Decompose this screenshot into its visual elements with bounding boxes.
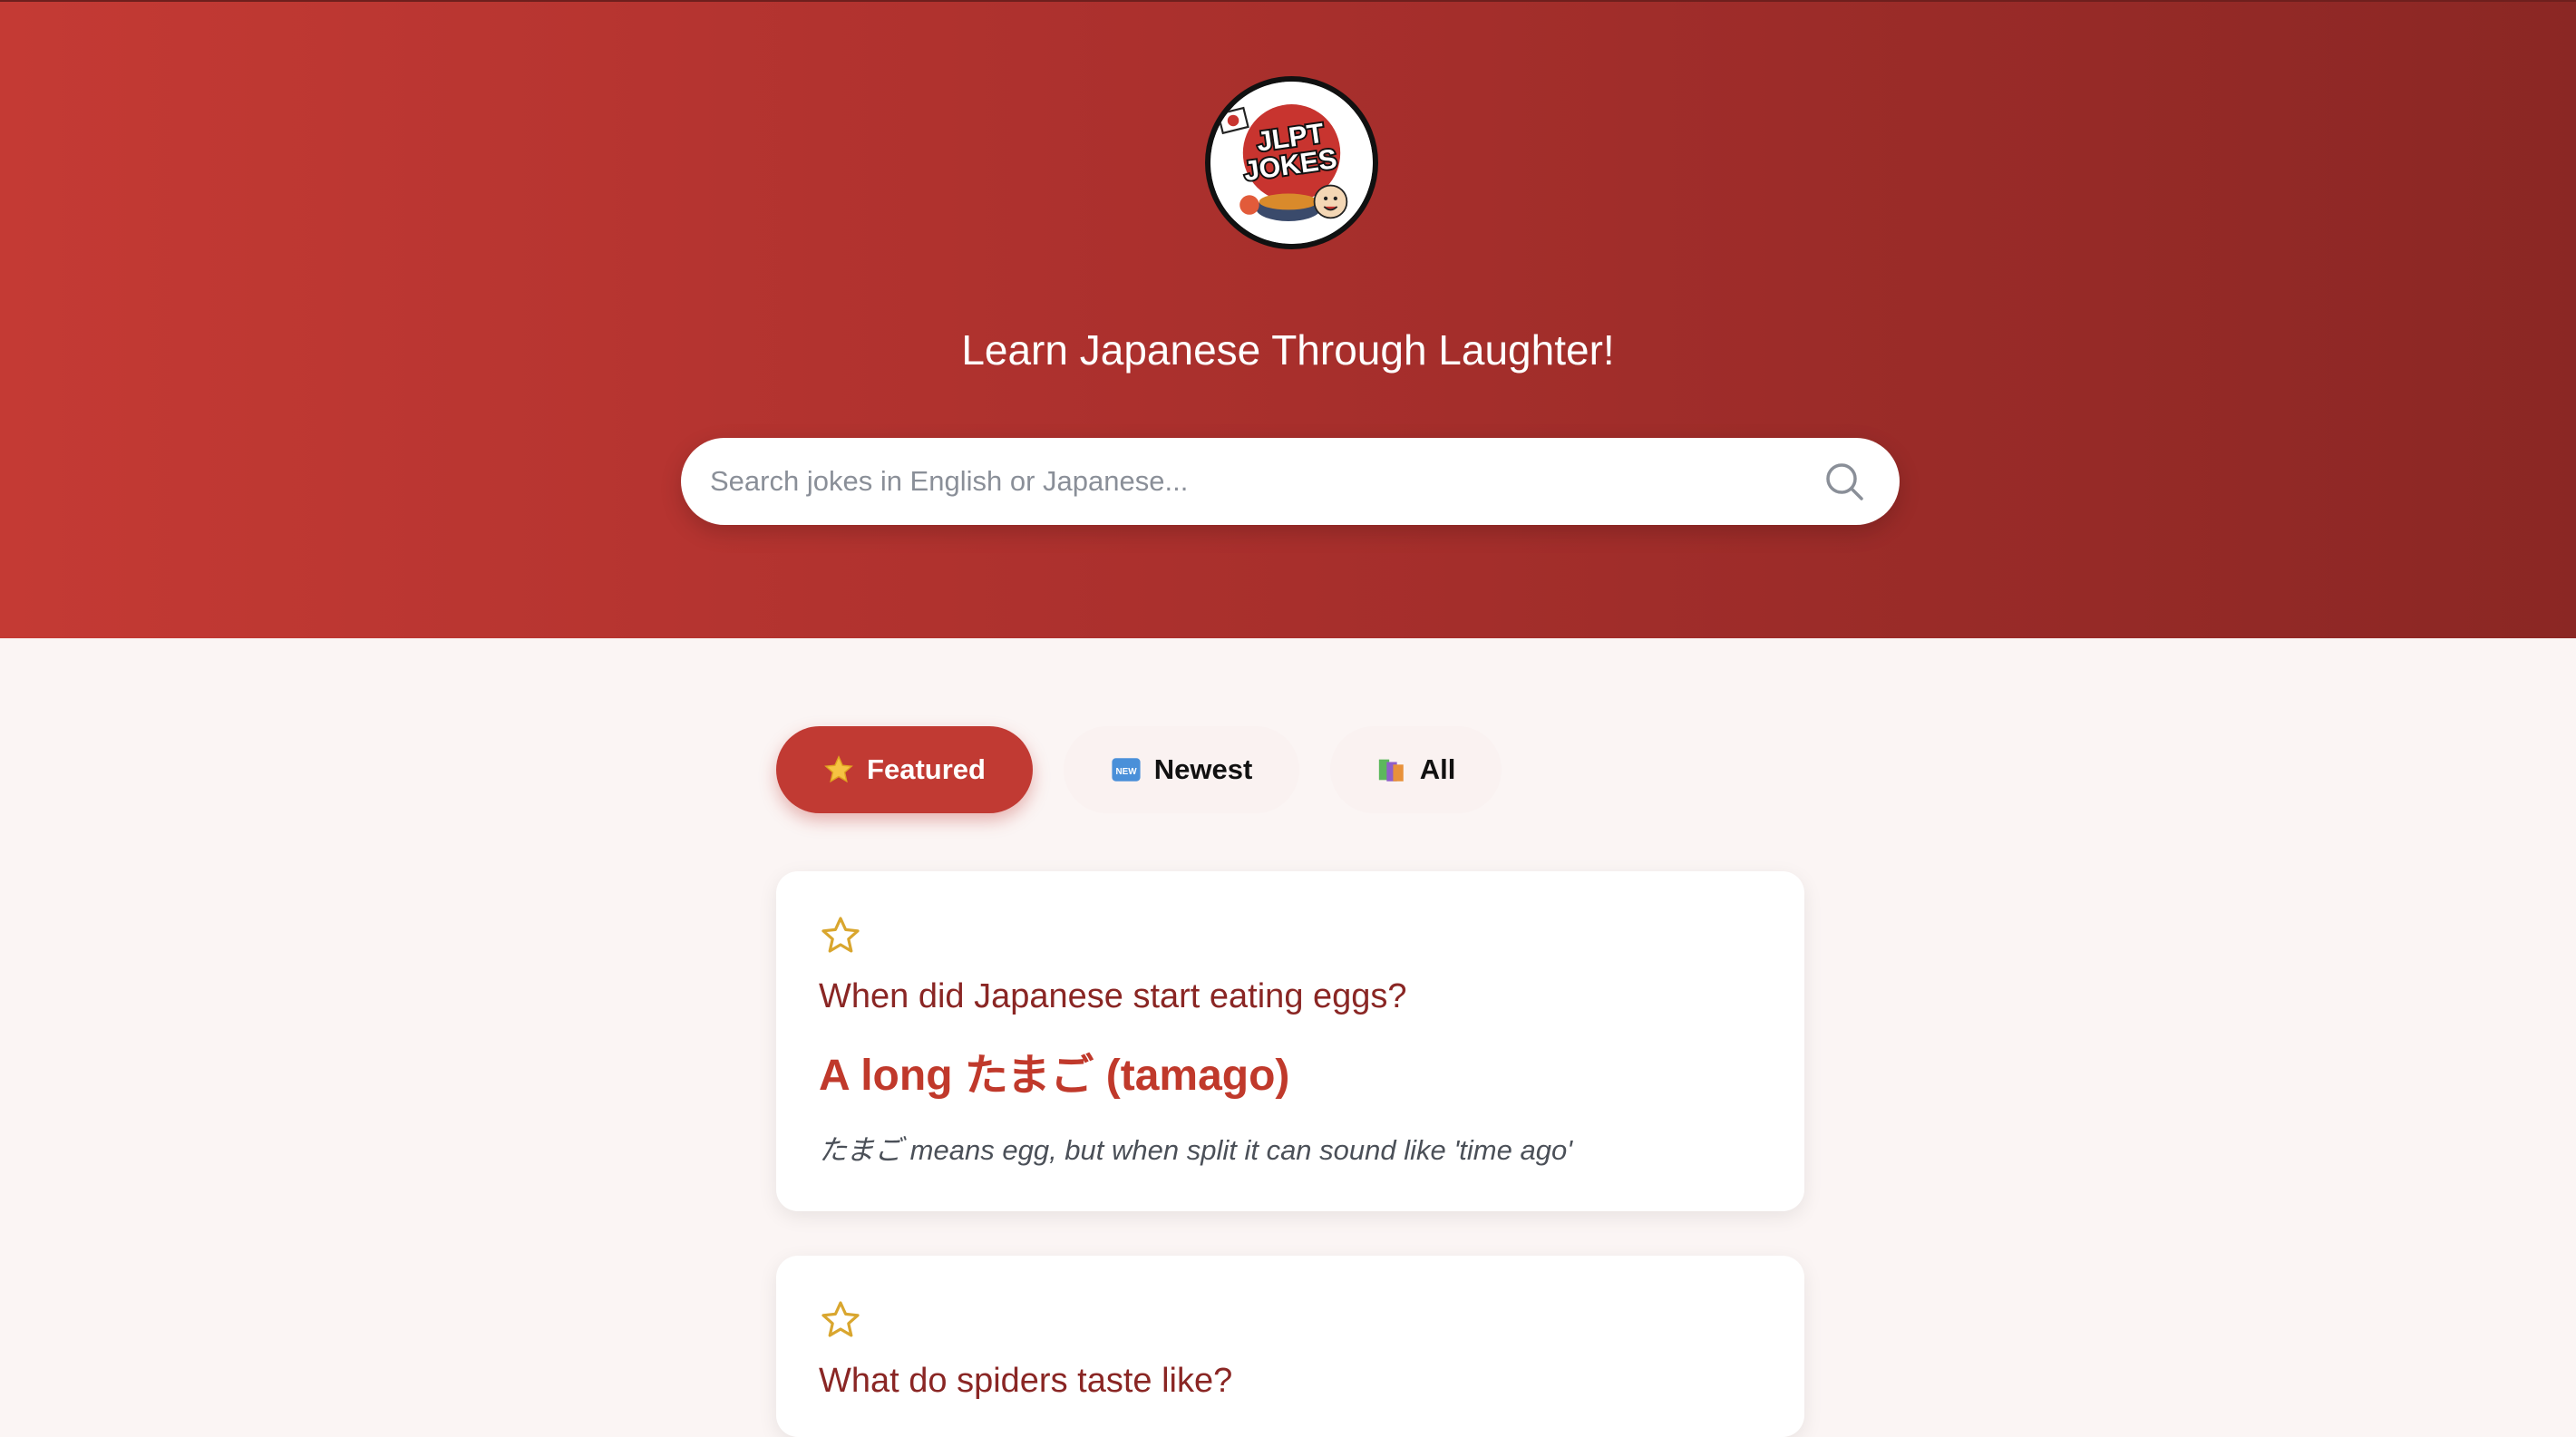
joke-explanation: たまご means egg, but when split it can sou… — [819, 1134, 1573, 1166]
joke-card[interactable]: When did Japanese start eating eggs? A l… — [776, 871, 1804, 1211]
star-emoji-icon — [824, 755, 853, 783]
books-icon — [1378, 759, 1404, 782]
joke-question: What do spiders taste like? — [819, 1362, 1233, 1400]
tab-newest-label: Newest — [1153, 753, 1253, 785]
joke-question: When did Japanese start eating eggs? — [819, 977, 1407, 1015]
svg-text:NEW: NEW — [1115, 767, 1137, 777]
star-outline-icon[interactable] — [819, 914, 862, 957]
tab-newest[interactable]: NEW Newest — [1064, 726, 1299, 813]
tagline: Learn Japanese Through Laughter! — [961, 326, 1615, 374]
search-icon[interactable] — [1824, 461, 1864, 501]
tab-featured[interactable]: Featured — [776, 726, 1033, 813]
hero-header: JLPT JOKES Learn Japanese Through Laught… — [0, 0, 2576, 638]
star-outline-icon[interactable] — [819, 1298, 862, 1342]
joke-answer: A long たまご (tamago) — [819, 1052, 1290, 1100]
jlpt-jokes-logo[interactable]: JLPT JOKES — [1205, 76, 1378, 249]
search-input[interactable] — [708, 438, 1787, 525]
joke-card[interactable]: What do spiders taste like? — [776, 1256, 1804, 1437]
tab-all-label: All — [1419, 753, 1456, 785]
tab-featured-label: Featured — [867, 753, 986, 785]
new-badge-icon: NEW — [1112, 758, 1141, 782]
logo-image: JLPT JOKES — [1210, 82, 1373, 244]
tab-all[interactable]: All — [1330, 726, 1502, 813]
search-bar[interactable] — [681, 438, 1900, 525]
